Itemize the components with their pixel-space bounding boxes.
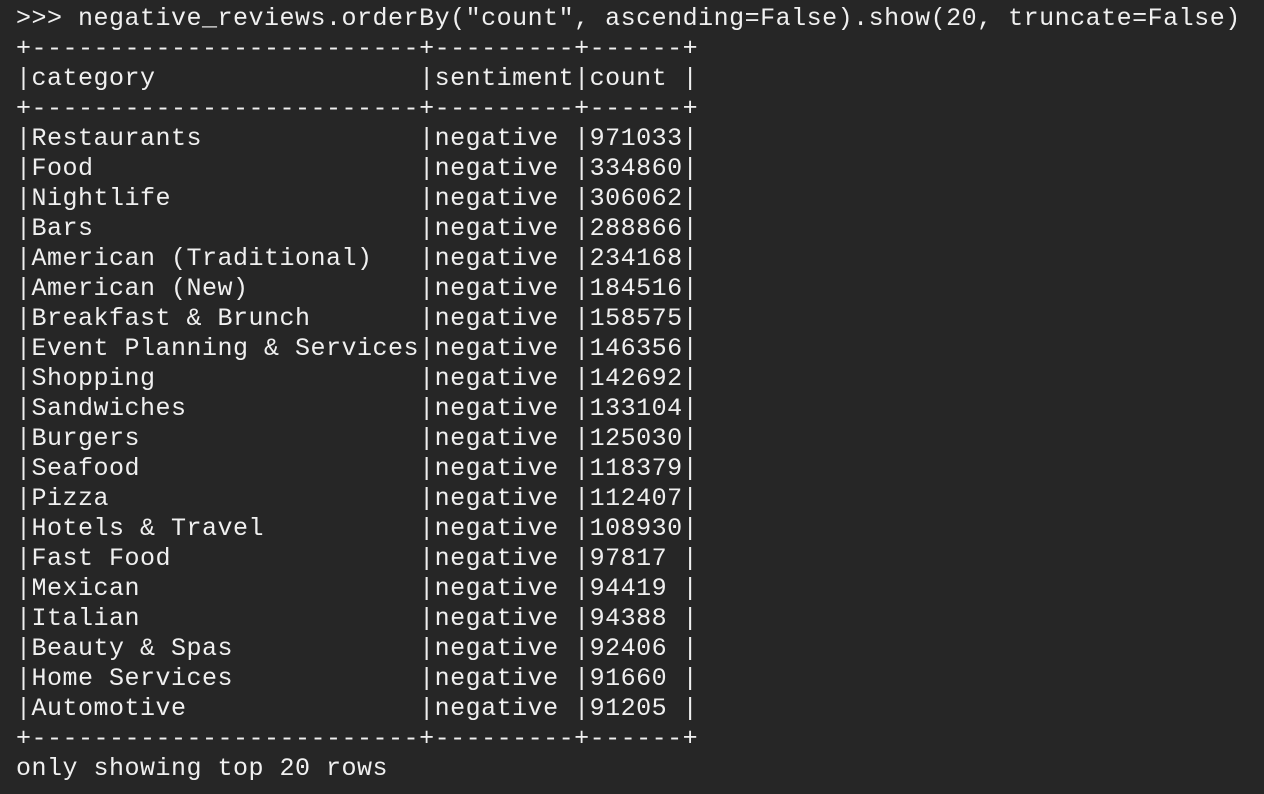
table-row: |Mexican |negative |94419 | xyxy=(16,574,699,603)
table-row: |Sandwiches |negative |133104| xyxy=(16,394,699,423)
table-border-header: +-------------------------+---------+---… xyxy=(16,94,699,123)
command-line: >>> negative_reviews.orderBy("count", as… xyxy=(16,4,1241,33)
table-row: |Beauty & Spas |negative |92406 | xyxy=(16,634,699,663)
table-row: |Restaurants |negative |971033| xyxy=(16,124,699,153)
table-row: |Pizza |negative |112407| xyxy=(16,484,699,513)
table-row: |American (New) |negative |184516| xyxy=(16,274,699,303)
table-row: |Home Services |negative |91660 | xyxy=(16,664,699,693)
table-border-top: +-------------------------+---------+---… xyxy=(16,34,699,63)
table-row: |Burgers |negative |125030| xyxy=(16,424,699,453)
table-row: |Italian |negative |94388 | xyxy=(16,604,699,633)
table-row: |Food |negative |334860| xyxy=(16,154,699,183)
table-row: |Automotive |negative |91205 | xyxy=(16,694,699,723)
table-border-bottom: +-------------------------+---------+---… xyxy=(16,724,699,753)
table-row: |American (Traditional) |negative |23416… xyxy=(16,244,699,273)
table-row: |Seafood |negative |118379| xyxy=(16,454,699,483)
table-header-row: |category |sentiment|count | xyxy=(16,64,699,93)
table-row: |Event Planning & Services|negative |146… xyxy=(16,334,699,363)
footer-text: only showing top 20 rows xyxy=(16,754,389,783)
table-row: |Fast Food |negative |97817 | xyxy=(16,544,699,573)
terminal-window[interactable]: >>> negative_reviews.orderBy("count", as… xyxy=(0,0,1264,794)
table-row: |Nightlife |negative |306062| xyxy=(16,184,699,213)
table-row: |Hotels & Travel |negative |108930| xyxy=(16,514,699,543)
table-row: |Breakfast & Brunch |negative |158575| xyxy=(16,304,699,333)
table-row: |Shopping |negative |142692| xyxy=(16,364,699,393)
table-row: |Bars |negative |288866| xyxy=(16,214,699,243)
